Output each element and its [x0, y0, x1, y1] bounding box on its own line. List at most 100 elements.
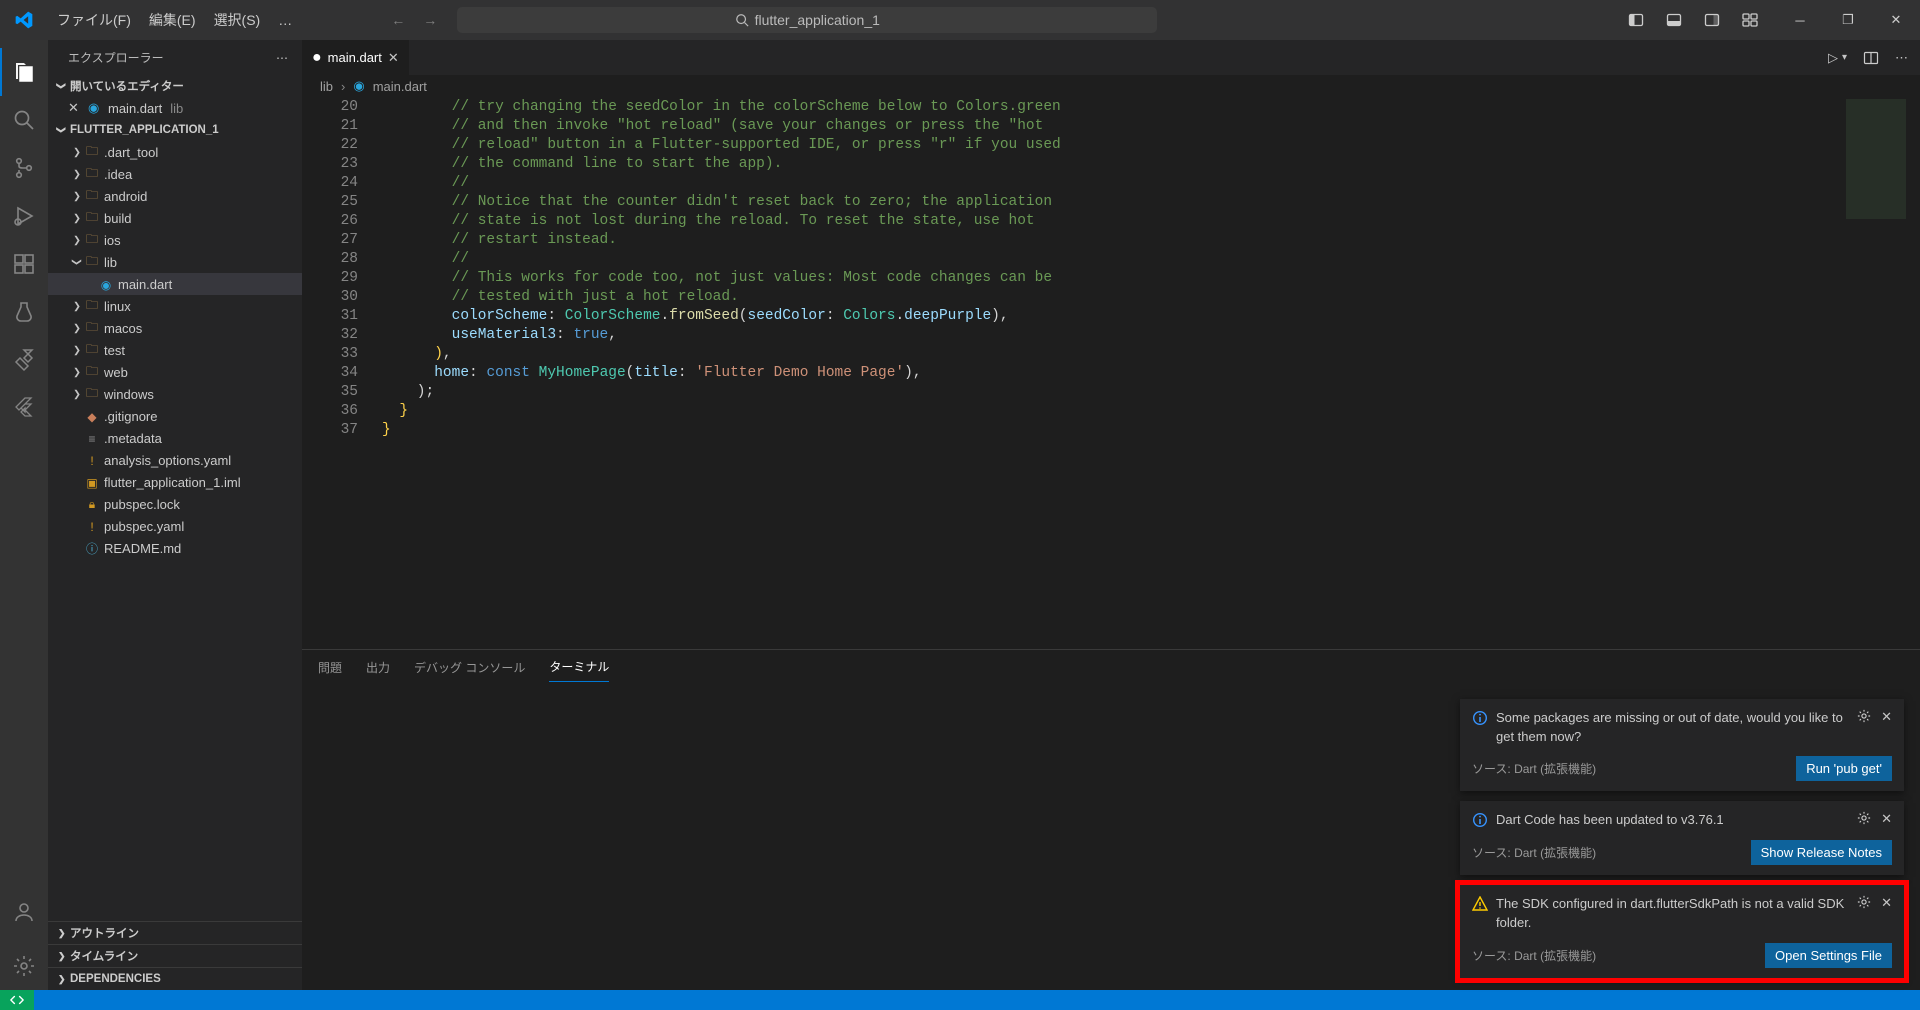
gear-icon[interactable]	[1857, 895, 1871, 911]
tree-file[interactable]: 🔒︎pubspec.lock	[48, 493, 302, 515]
timeline-header[interactable]: タイムライン	[48, 944, 302, 967]
notification-message: Some packages are missing or out of date…	[1496, 709, 1849, 747]
nav-back-icon[interactable]: ←	[391, 12, 405, 28]
tree-item-label: build	[104, 211, 131, 226]
tree-file[interactable]: ◉main.dart	[48, 273, 302, 295]
run-icon[interactable]: ▷	[1828, 50, 1838, 66]
folder-icon: 🗀	[84, 296, 100, 317]
dependencies-header[interactable]: DEPENDENCIES	[48, 967, 302, 990]
nav-forward-icon[interactable]: →	[423, 12, 437, 28]
search-icon	[735, 13, 749, 27]
notification-action-button[interactable]: Show Release Notes	[1751, 840, 1892, 865]
panel-tab-output[interactable]: 出力	[366, 659, 390, 682]
chevron-icon	[70, 167, 84, 181]
gear-icon[interactable]	[1857, 811, 1871, 827]
sidebar-more-icon[interactable]: ⋯	[276, 51, 290, 65]
panel-tab-problems[interactable]: 問題	[318, 659, 342, 682]
code-editor[interactable]: 202122232425262728293031323334353637 // …	[302, 97, 1920, 649]
tree-item-label: android	[104, 189, 147, 204]
tree-folder[interactable]: 🗀.dart_tool	[48, 141, 302, 163]
editor-more-icon[interactable]: ⋯	[1895, 50, 1908, 66]
activity-settings[interactable]	[0, 942, 48, 990]
tree-folder[interactable]: 🗀build	[48, 207, 302, 229]
folder-icon: 🗀	[84, 186, 100, 207]
titlebar: ファイル(F) 編集(E) 選択(S) … ← → flutter_applic…	[0, 0, 1920, 40]
activity-flutter[interactable]	[0, 384, 48, 432]
tree-item-label: .gitignore	[104, 409, 157, 424]
tree-file[interactable]: !pubspec.yaml	[48, 515, 302, 537]
tree-folder[interactable]: 🗀.idea	[48, 163, 302, 185]
tab-close-icon[interactable]: ✕	[388, 50, 399, 66]
tree-file[interactable]: ≡.metadata	[48, 427, 302, 449]
activity-source-control[interactable]	[0, 144, 48, 192]
tree-file[interactable]: ⓘREADME.md	[48, 537, 302, 559]
window-minimize-icon[interactable]: ─	[1776, 0, 1824, 40]
panel-tab-debug-console[interactable]: デバッグ コンソール	[414, 659, 525, 682]
editor-tab-main-dart[interactable]: ● main.dart ✕	[302, 40, 410, 75]
layout-sidebar-right-icon[interactable]	[1704, 12, 1720, 28]
menu-select[interactable]: 選択(S)	[205, 0, 270, 40]
chevron-icon	[70, 365, 84, 379]
notification-action-button[interactable]: Open Settings File	[1765, 943, 1892, 968]
activity-flutter-outline[interactable]	[0, 336, 48, 384]
gear-icon[interactable]	[1857, 709, 1871, 725]
close-icon[interactable]: ✕	[1881, 895, 1892, 911]
breadcrumbs[interactable]: lib › ◉ main.dart	[302, 75, 1920, 97]
open-editors-header[interactable]: 開いているエディター	[48, 75, 302, 97]
panel-tabs: 問題 出力 デバッグ コンソール ターミナル	[302, 650, 1920, 682]
panel-tab-terminal[interactable]: ターミナル	[549, 658, 609, 682]
command-center-text: flutter_application_1	[755, 12, 880, 28]
layout-panel-icon[interactable]	[1666, 12, 1682, 28]
close-icon[interactable]: ✕	[68, 100, 84, 116]
tree-file[interactable]: ◆.gitignore	[48, 405, 302, 427]
tree-folder[interactable]: 🗀linux	[48, 295, 302, 317]
close-icon[interactable]: ✕	[1881, 811, 1892, 827]
remote-indicator[interactable]	[0, 990, 34, 1010]
tree-folder[interactable]: 🗀web	[48, 361, 302, 383]
outline-header[interactable]: アウトライン	[48, 921, 302, 944]
notification: Some packages are missing or out of date…	[1460, 699, 1904, 792]
tree-folder[interactable]: 🗀test	[48, 339, 302, 361]
project-header[interactable]: FLUTTER_APPLICATION_1	[48, 119, 302, 141]
chevron-icon	[70, 387, 84, 401]
breadcrumb-folder[interactable]: lib	[320, 79, 333, 94]
activity-testing[interactable]	[0, 288, 48, 336]
folder-icon: 🗀	[84, 340, 100, 361]
tree-folder[interactable]: 🗀 android	[48, 185, 302, 207]
folder-icon: 🗀	[84, 318, 100, 339]
activity-explorer[interactable]	[0, 48, 48, 96]
tree-folder[interactable]: 🗀macos	[48, 317, 302, 339]
command-center[interactable]: flutter_application_1	[457, 7, 1157, 33]
activity-extensions[interactable]	[0, 240, 48, 288]
folder-icon: 🗀	[84, 252, 100, 273]
run-dropdown-icon[interactable]: ▾	[1842, 52, 1847, 63]
statusbar	[0, 990, 1920, 1010]
tree-item-label: README.md	[104, 541, 181, 556]
tree-folder[interactable]: 🗀windows	[48, 383, 302, 405]
split-editor-icon[interactable]	[1863, 50, 1879, 66]
minimap[interactable]	[1846, 99, 1906, 299]
layout-customize-icon[interactable]	[1742, 12, 1758, 28]
breadcrumb-file[interactable]: main.dart	[373, 79, 427, 94]
open-editor-item[interactable]: ✕ ◉ main.dart lib	[48, 97, 302, 119]
window-restore-icon[interactable]: ❐	[1824, 0, 1872, 40]
tree-file[interactable]: ▣flutter_application_1.iml	[48, 471, 302, 493]
layout-sidebar-left-icon[interactable]	[1628, 12, 1644, 28]
window-close-icon[interactable]: ✕	[1872, 0, 1920, 40]
chevron-icon	[70, 211, 84, 225]
activity-search[interactable]	[0, 96, 48, 144]
activity-accounts[interactable]	[0, 888, 48, 936]
tree-folder[interactable]: 🗀lib	[48, 251, 302, 273]
menu-edit[interactable]: 編集(E)	[140, 0, 205, 40]
menu-more[interactable]: …	[269, 0, 301, 40]
notification-action-button[interactable]: Run 'pub get'	[1796, 756, 1892, 781]
close-icon[interactable]: ✕	[1881, 709, 1892, 725]
menu-file[interactable]: ファイル(F)	[48, 0, 140, 40]
code-content[interactable]: // try changing the seedColor in the col…	[382, 97, 1920, 649]
tree-file[interactable]: !analysis_options.yaml	[48, 449, 302, 471]
info-icon	[1472, 710, 1488, 726]
activity-run-debug[interactable]	[0, 192, 48, 240]
folder-icon: 🗀	[84, 384, 100, 405]
tree-folder[interactable]: 🗀ios	[48, 229, 302, 251]
file-icon: ≡	[84, 431, 104, 446]
